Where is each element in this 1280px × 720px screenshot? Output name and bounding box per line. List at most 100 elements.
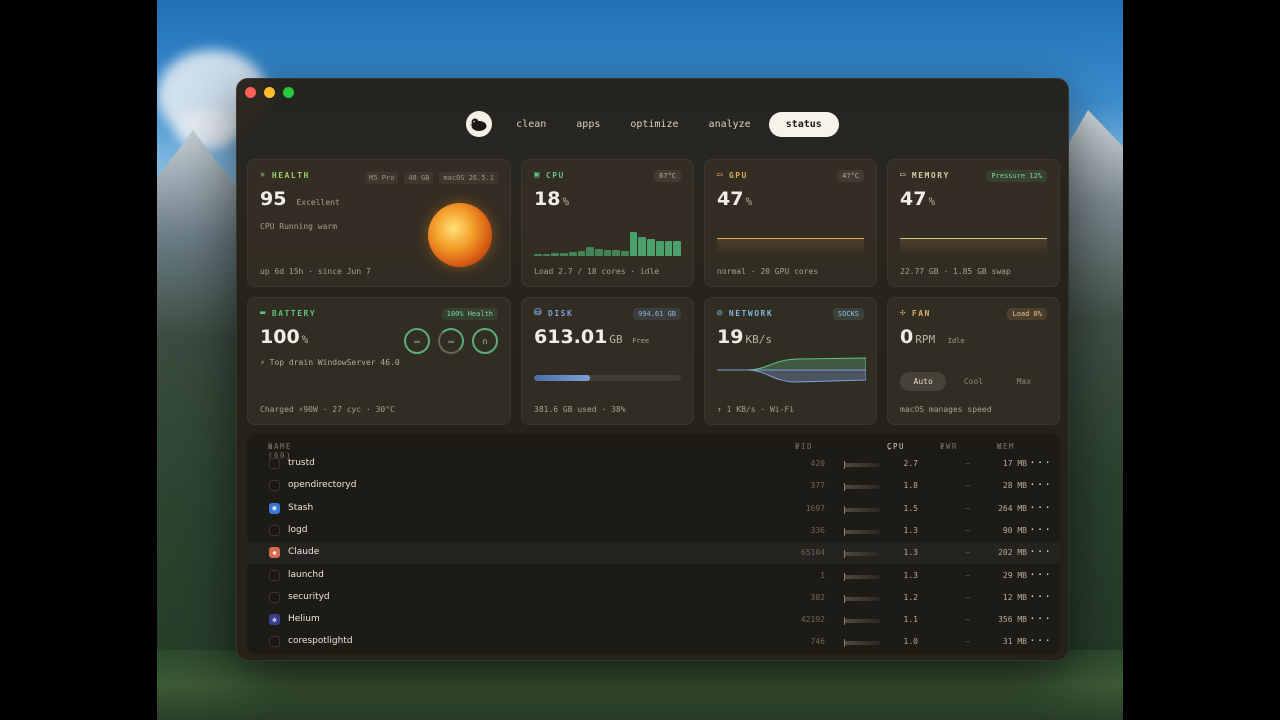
- minimize-button[interactable]: [264, 87, 275, 98]
- gpu-title: GPU: [728, 170, 748, 180]
- stash-app-icon: ◉: [269, 502, 280, 514]
- terminal-app-icon: [269, 524, 280, 536]
- gpu-value: 47: [717, 188, 744, 210]
- col-pid-label: PID: [795, 442, 814, 451]
- fan-footer: macOS manages speed: [900, 405, 992, 414]
- process-memory: 12 MB: [1002, 592, 1027, 602]
- tab-apps[interactable]: apps: [564, 112, 612, 137]
- cpu-history-bar: [586, 246, 594, 256]
- table-row[interactable]: securityd 382 1.2 — 12 MB ···: [247, 587, 1060, 609]
- gpu-card[interactable]: ▭ GPU 47°C 47% normal · 20 GPU cores: [704, 159, 877, 287]
- bolt-icon: ⚡: [260, 358, 265, 367]
- health-uptime: up 6d 15h · since Jun 7: [260, 267, 371, 276]
- disk-title: DISK: [548, 308, 574, 318]
- process-memory: 356 MB: [998, 615, 1027, 625]
- network-card[interactable]: ◎ NETWORK SOCKS 19 KB/s ↑ 1 KB/s · Wi-Fi: [704, 297, 877, 425]
- network-unit: KB/s: [745, 333, 772, 346]
- cpu-card[interactable]: ▣ CPU 67°C 18% Load 2.7 / 18 cores · idl…: [521, 159, 694, 287]
- process-memory: 31 MB: [1002, 637, 1027, 647]
- memory-icon: ▭: [900, 170, 907, 180]
- gpu-history-chart: [717, 238, 864, 256]
- battery-icon: ▬: [260, 308, 267, 318]
- network-footer: ↑ 1 KB/s · Wi-Fi: [717, 405, 795, 414]
- battery-top-drain: Top drain WindowServer 46.0: [269, 358, 400, 367]
- more-options-button[interactable]: ···: [1029, 545, 1052, 558]
- process-power: —: [965, 481, 970, 491]
- device-battery-rings: ▭ ▭ ∩: [404, 328, 498, 354]
- disk-footer: 381.6 GB used · 38%: [534, 405, 626, 414]
- gpu-temp-badge: 47°C: [837, 170, 864, 182]
- memory-footer: 22.77 GB · 1.85 GB swap: [900, 267, 1011, 276]
- process-cpu: 1.8: [903, 481, 918, 491]
- laptop-icon[interactable]: ▭: [404, 328, 430, 354]
- table-row[interactable]: ✻ Helium 42192 1.1 — 356 MB ···: [247, 609, 1060, 631]
- process-pid: 65104: [800, 548, 825, 558]
- helium-app-icon: ✻: [269, 614, 280, 626]
- close-button[interactable]: [245, 87, 256, 98]
- fan-load-badge: Load 0%: [1007, 308, 1047, 320]
- disk-card[interactable]: ⛁ DISK 994.61 GB 613.01 GB Free 381.6 GB …: [521, 297, 694, 425]
- zoom-button[interactable]: [283, 87, 294, 98]
- tab-status[interactable]: status: [768, 111, 839, 137]
- process-name: Helium: [288, 614, 320, 625]
- more-options-button[interactable]: ···: [1029, 456, 1052, 469]
- process-power: —: [965, 637, 970, 647]
- table-row[interactable]: logd 336 1.3 — 90 MB ···: [247, 520, 1060, 542]
- chip-icon: ▣: [534, 170, 541, 180]
- disk-free-value: 613.01: [534, 326, 608, 348]
- tab-analyze[interactable]: analyze: [697, 112, 763, 137]
- fan-mode-cool[interactable]: Cool: [950, 372, 996, 391]
- headphones-icon[interactable]: ∩: [472, 328, 498, 354]
- col-cpu-label: CPU: [887, 442, 906, 451]
- memory-title: MEMORY: [911, 170, 950, 180]
- process-memory: 29 MB: [1002, 570, 1027, 580]
- memory-unit: %: [928, 195, 936, 208]
- cpu-history-bar: [542, 253, 551, 256]
- process-memory: 28 MB: [1002, 481, 1027, 491]
- cpu-sparkline: [844, 461, 880, 469]
- more-options-button[interactable]: ···: [1029, 568, 1052, 581]
- health-card[interactable]: ✳ HEALTH M5 Pro 48 GB macOS 26.5.1 95 Ex…: [247, 159, 511, 287]
- table-row[interactable]: ✱ Claude 65104 1.3 — 202 MB ···: [247, 542, 1060, 565]
- process-pid: 42192: [800, 615, 825, 625]
- terminal-app-icon: [269, 591, 280, 603]
- process-pid: 1697: [805, 503, 825, 513]
- more-options-button[interactable]: ···: [1029, 478, 1052, 491]
- process-memory: 17 MB: [1002, 459, 1027, 468]
- battery-footer: Charged ⚡90W · 27 cyc · 30°C: [260, 405, 395, 414]
- table-row[interactable]: opendirectoryd 377 1.8 — 28 MB ···: [247, 475, 1060, 497]
- cpu-footer: Load 2.7 / 18 cores · idle: [534, 267, 660, 276]
- case-icon[interactable]: ▭: [438, 328, 464, 354]
- process-cpu: 1.5: [903, 503, 918, 513]
- process-cpu: 1.2: [903, 592, 918, 602]
- cpu-history-bar: [594, 248, 603, 256]
- battery-card[interactable]: ▬ BATTERY 100% Health 100% ▭ ▭ ∩ ⚡ Top d…: [247, 297, 511, 425]
- tab-clean[interactable]: clean: [504, 112, 558, 137]
- chip-ram: 48 GB: [404, 172, 434, 184]
- table-row[interactable]: corespotlightd 746 1.0 — 31 MB ···: [247, 631, 1060, 653]
- more-options-button[interactable]: ···: [1029, 612, 1052, 625]
- table-row[interactable]: launchd 1 1.3 — 29 MB ···: [247, 565, 1060, 587]
- table-row[interactable]: ◉ Stash 1697 1.5 — 264 MB ···: [247, 498, 1060, 520]
- memory-history-chart: [900, 238, 1047, 256]
- fan-card[interactable]: ✣ FAN Load 0% 0 RPM Idle Auto Cool Max ma…: [887, 297, 1060, 425]
- more-options-button[interactable]: ···: [1029, 501, 1052, 514]
- fan-icon: ✣: [900, 308, 907, 318]
- terminal-app-icon: [269, 569, 280, 581]
- app-logo-icon[interactable]: [466, 111, 493, 137]
- cpu-sparkline: [844, 483, 880, 492]
- tab-optimize[interactable]: optimize: [618, 112, 690, 137]
- more-options-button[interactable]: ···: [1029, 523, 1052, 536]
- memory-card[interactable]: ▭ MEMORY Pressure 12% 47% 22.77 GB · 1.8…: [887, 159, 1060, 287]
- more-options-button[interactable]: ···: [1029, 590, 1052, 603]
- fan-mode-auto[interactable]: Auto: [900, 372, 947, 391]
- process-cpu: 1.0: [903, 637, 918, 647]
- more-options-button[interactable]: ···: [1029, 634, 1052, 647]
- battery-value: 100: [260, 326, 300, 348]
- process-pid: 336: [810, 525, 825, 535]
- cpu-sparkline: [844, 550, 880, 559]
- table-row[interactable]: trustd 420 2.7 — 17 MB ···: [247, 453, 1060, 475]
- col-mem-label: MEM: [997, 442, 1016, 451]
- fan-mode-max[interactable]: Max: [1001, 372, 1047, 391]
- process-name: logd: [288, 524, 308, 535]
